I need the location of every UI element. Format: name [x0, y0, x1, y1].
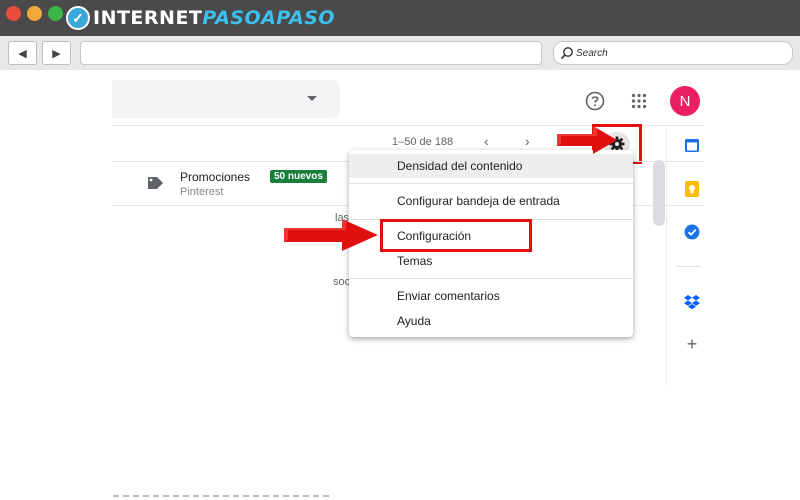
forward-arrow-icon: ▶ [52, 47, 61, 60]
tasks-icon[interactable] [683, 223, 701, 241]
menu-item-label: Enviar comentarios [397, 289, 500, 303]
next-page-icon[interactable]: › [525, 133, 530, 149]
close-window-icon[interactable] [6, 6, 21, 21]
browser-toolbar: ◀ ▶ Search [0, 36, 800, 70]
settings-item-highlight [380, 219, 532, 252]
arrow-to-gear-icon [557, 126, 617, 154]
new-count-badge: 50 nuevos [270, 170, 327, 183]
search-options-dropdown-icon[interactable] [307, 96, 317, 101]
menu-item-send-feedback[interactable]: Enviar comentarios [349, 284, 633, 308]
address-bar[interactable] [80, 41, 542, 65]
site-logo: ✓ INTERNET PASOAPASO [66, 5, 335, 31]
menu-item-help[interactable]: Ayuda [349, 309, 633, 333]
account-avatar[interactable]: N [670, 86, 700, 116]
forward-button[interactable]: ▶ [42, 41, 71, 65]
logo-icon: ✓ [66, 6, 90, 30]
apps-grid-icon[interactable] [628, 90, 650, 112]
bottom-text-fragment [113, 495, 333, 497]
minimize-window-icon[interactable] [27, 6, 42, 21]
back-arrow-icon: ◀ [18, 47, 27, 60]
menu-item-themes[interactable]: Temas [349, 249, 633, 273]
maximize-window-icon[interactable] [48, 6, 63, 21]
menu-item-label: Ayuda [397, 314, 431, 328]
add-addon-icon[interactable]: + [683, 334, 701, 354]
browser-search-field[interactable]: Search [553, 41, 793, 65]
menu-item-label: Temas [397, 254, 433, 268]
menu-divider [349, 278, 633, 279]
background-text-fragment: soc [333, 276, 351, 288]
mail-search-box[interactable] [112, 80, 340, 118]
scrollbar-thumb[interactable] [653, 160, 665, 226]
menu-item-label: Densidad del contenido [397, 159, 523, 173]
promotions-title: Promociones [180, 170, 251, 184]
promotions-sender: Pinterest [180, 186, 224, 198]
avatar-letter: N [679, 92, 691, 110]
prev-page-icon[interactable]: ‹ [484, 133, 489, 149]
logo-text-primary: INTERNET [93, 7, 203, 29]
pagination-count: 1–50 de 188 [392, 136, 454, 148]
search-icon [560, 47, 573, 60]
side-panel-divider [677, 266, 701, 267]
browser-titlebar: ✓ INTERNET PASOAPASO [0, 0, 800, 36]
menu-item-label: Configurar bandeja de entrada [397, 194, 560, 208]
tag-icon [148, 177, 163, 189]
dropbox-icon[interactable] [683, 293, 701, 311]
logo-text-secondary: PASOAPASO [202, 7, 336, 29]
menu-divider [349, 183, 633, 184]
calendar-icon[interactable] [683, 136, 701, 154]
menu-item-configure-inbox[interactable]: Configurar bandeja de entrada [349, 189, 633, 213]
menu-item-density[interactable]: Densidad del contenido [349, 154, 633, 178]
back-button[interactable]: ◀ [8, 41, 37, 65]
keep-icon[interactable] [683, 180, 701, 198]
search-placeholder: Search [576, 47, 608, 59]
side-panel: + [666, 126, 705, 386]
arrow-to-settings-icon [284, 219, 378, 251]
help-icon[interactable] [584, 90, 606, 112]
